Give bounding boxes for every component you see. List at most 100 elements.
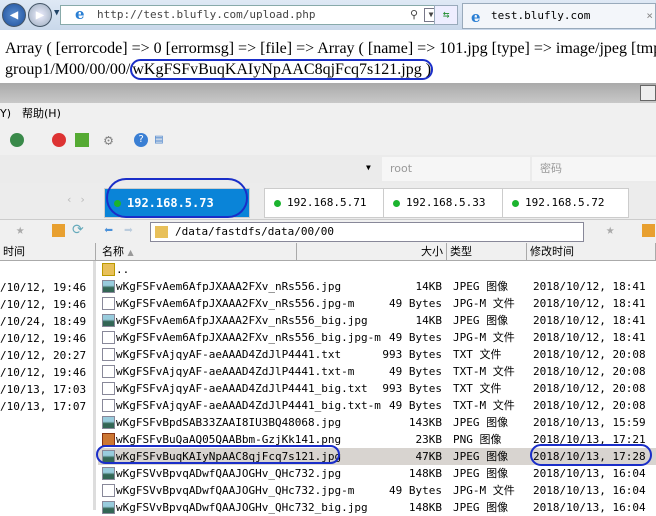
menu-item-help[interactable]: 帮助(H)	[22, 103, 61, 125]
minimize-button[interactable]	[640, 85, 656, 101]
file-size: 993 Bytes	[382, 348, 442, 361]
file-type: JPG-M 文件	[453, 331, 515, 344]
file-size: 148KB	[408, 467, 442, 480]
search-icon[interactable]: ⚲	[410, 6, 418, 24]
file-name: wKgFSFvAjqyAF-aeAAAD4ZdJlP4441_big.txt	[116, 382, 368, 395]
sftp-icon[interactable]	[75, 133, 89, 147]
file-row[interactable]: wKgFSFvAjqyAF-aeAAAD4ZdJlP4441.txt 993 B…	[98, 346, 656, 363]
file-name: wKgFSVvBpvqADwfQAAJOGHv_QHc732_big.jpg	[116, 501, 368, 514]
ink-circle	[106, 178, 248, 218]
file-size: 14KB	[415, 280, 443, 293]
tab-scroll-left-icon[interactable]: ‹ ›	[66, 193, 86, 206]
app-toolbar: ⚙ ? ▤	[0, 125, 656, 155]
local-file-time: /10/13, 17:03	[0, 383, 87, 396]
tab-label: 192.168.5.72	[525, 196, 605, 209]
chat-icon[interactable]: ▤	[155, 132, 163, 147]
file-row[interactable]: wKgFSFvAjqyAF-aeAAAD4ZdJlP4441_big.txt 9…	[98, 380, 656, 397]
star-icon[interactable]: ★	[606, 222, 614, 238]
file-date: 2018/10/12, 20:08	[533, 365, 646, 378]
tab-close-icon[interactable]: ×	[646, 4, 653, 28]
file-date: 2018/10/12, 18:41	[533, 331, 646, 344]
refresh-icon[interactable]: ⇆	[434, 5, 458, 25]
img-icon	[102, 314, 115, 327]
star-icon[interactable]: ★	[16, 222, 24, 238]
ink-circle-date	[530, 444, 652, 466]
forward-arrow-icon[interactable]: ➡	[124, 221, 133, 239]
gear-icon[interactable]: ⚙	[104, 131, 113, 149]
file-name: wKgFSFvAem6AfpJXAAA2FXv_nRs556_big.jpg-m	[116, 331, 381, 344]
menu-item-partial[interactable]: Y)	[0, 103, 11, 125]
path-text: /data/fastdfs/data/00/00	[175, 225, 334, 238]
file-type: TXT-M 文件	[453, 365, 515, 378]
tab-title: test.blufly.com	[491, 9, 591, 22]
file-row[interactable]: wKgFSFvAem6AfpJXAAA2FXv_nRs556.jpg 14KB …	[98, 278, 656, 295]
local-file-time: /10/12, 19:46	[0, 332, 87, 345]
file-name: wKgFSFvBpdSAB33ZAAI8IU3BQ48068.jpg	[116, 416, 342, 429]
file-type: JPG-M 文件	[453, 297, 515, 310]
username-input[interactable]: root	[382, 157, 530, 181]
file-row[interactable]: wKgFSFvAjqyAF-aeAAAD4ZdJlP4441.txt-m 49 …	[98, 363, 656, 380]
file-type: JPEG 图像	[453, 416, 509, 429]
file-row[interactable]: wKgFSVvBpvqADwfQAAJOGHv_QHc732_big.jpg 1…	[98, 499, 656, 516]
type-header[interactable]: 类型	[447, 243, 527, 261]
file-type: JPEG 图像	[453, 467, 509, 480]
left-time-header[interactable]: 时间	[0, 243, 96, 261]
address-bar[interactable]: e http://test.blufly.com/upload.php ⚲ ▼	[60, 5, 441, 25]
history-dropdown-icon[interactable]: ▼	[54, 8, 59, 18]
img-icon	[102, 416, 115, 429]
size-header[interactable]: 大小	[297, 243, 447, 261]
file-date: 2018/10/12, 20:08	[533, 399, 646, 412]
file-row[interactable]: wKgFSFvAjqyAF-aeAAAD4ZdJlP4441_big.txt-m…	[98, 397, 656, 414]
path-bar: ★ ⟳ ⬅ ➡ /data/fastdfs/data/00/00 ★	[0, 219, 656, 243]
home-folder-icon[interactable]	[52, 224, 65, 237]
server-tab-192-168-5-33[interactable]: 192.168.5.33	[383, 188, 510, 218]
home-folder-icon[interactable]	[642, 224, 655, 237]
file-date: 2018/10/12, 20:08	[533, 382, 646, 395]
file-type: JPEG 图像	[453, 450, 509, 463]
file-type: JPEG 图像	[453, 314, 509, 327]
refresh-icon[interactable]: ⟳	[72, 222, 84, 238]
file-size: 49 Bytes	[389, 297, 442, 310]
password-input[interactable]: 密码	[532, 157, 656, 181]
file-name: ..	[116, 263, 130, 276]
file-row[interactable]: wKgFSFvAem6AfpJXAAA2FXv_nRs556_big.jpg-m…	[98, 329, 656, 346]
response-path: group1/M00/00/00/	[5, 61, 131, 78]
globe-icon[interactable]	[10, 133, 24, 147]
file-row[interactable]: wKgFSFvBpdSAB33ZAAI8IU3BQ48068.jpg 143KB…	[98, 414, 656, 431]
file-date: 2018/10/12, 18:41	[533, 314, 646, 327]
file-row[interactable]: ..	[98, 261, 656, 278]
login-row: ▼ root 密码	[0, 155, 656, 183]
browser-tab[interactable]: e test.blufly.com ×	[462, 3, 656, 29]
status-dot-icon	[274, 200, 281, 207]
folder-icon	[155, 226, 168, 238]
tab-label: 192.168.5.71	[287, 196, 367, 209]
window-titlebar	[0, 83, 656, 103]
file-icon	[102, 399, 115, 412]
response-line-1: Array ( [errorcode] => 0 [errormsg] => […	[5, 40, 656, 57]
file-icon	[102, 348, 115, 361]
name-header[interactable]: 名称 ▲	[99, 243, 297, 261]
tab-label: 192.168.5.33	[406, 196, 486, 209]
file-size: 143KB	[408, 416, 442, 429]
back-button[interactable]: ◀	[2, 3, 26, 27]
path-input[interactable]: /data/fastdfs/data/00/00	[150, 222, 584, 242]
server-tab-192-168-5-72[interactable]: 192.168.5.72	[502, 188, 629, 218]
local-file-pane: /10/12, 19:46/10/12, 19:46/10/24, 18:49 /…	[0, 261, 96, 510]
file-date: 2018/10/12, 18:41	[533, 297, 646, 310]
file-name: wKgFSFvAjqyAF-aeAAAD4ZdJlP4441.txt-m	[116, 365, 355, 378]
file-type: JPEG 图像	[453, 280, 509, 293]
file-row[interactable]: wKgFSVvBpvqADwfQAAJOGHv_QHc732.jpg 148KB…	[98, 465, 656, 482]
local-file-time: /10/12, 20:27	[0, 349, 87, 362]
help-icon[interactable]: ?	[134, 133, 148, 147]
forward-button[interactable]: ▶	[28, 3, 52, 27]
file-name: wKgFSVvBpvqADwfQAAJOGHv_QHc732.jpg	[116, 467, 342, 480]
modified-header[interactable]: 修改时间	[527, 243, 656, 261]
file-row[interactable]: wKgFSFvAem6AfpJXAAA2FXv_nRs556_big.jpg 1…	[98, 312, 656, 329]
status-dot-icon	[512, 200, 519, 207]
server-tab-192-168-5-71[interactable]: 192.168.5.71	[264, 188, 391, 218]
file-row[interactable]: wKgFSVvBpvqADwfQAAJOGHv_QHc732.jpg-m 49 …	[98, 482, 656, 499]
file-row[interactable]: wKgFSFvAem6AfpJXAAA2FXv_nRs556.jpg-m 49 …	[98, 295, 656, 312]
terminal-icon[interactable]	[52, 133, 66, 147]
host-dropdown-icon[interactable]: ▼	[366, 163, 371, 172]
back-arrow-icon[interactable]: ⬅	[104, 221, 113, 239]
